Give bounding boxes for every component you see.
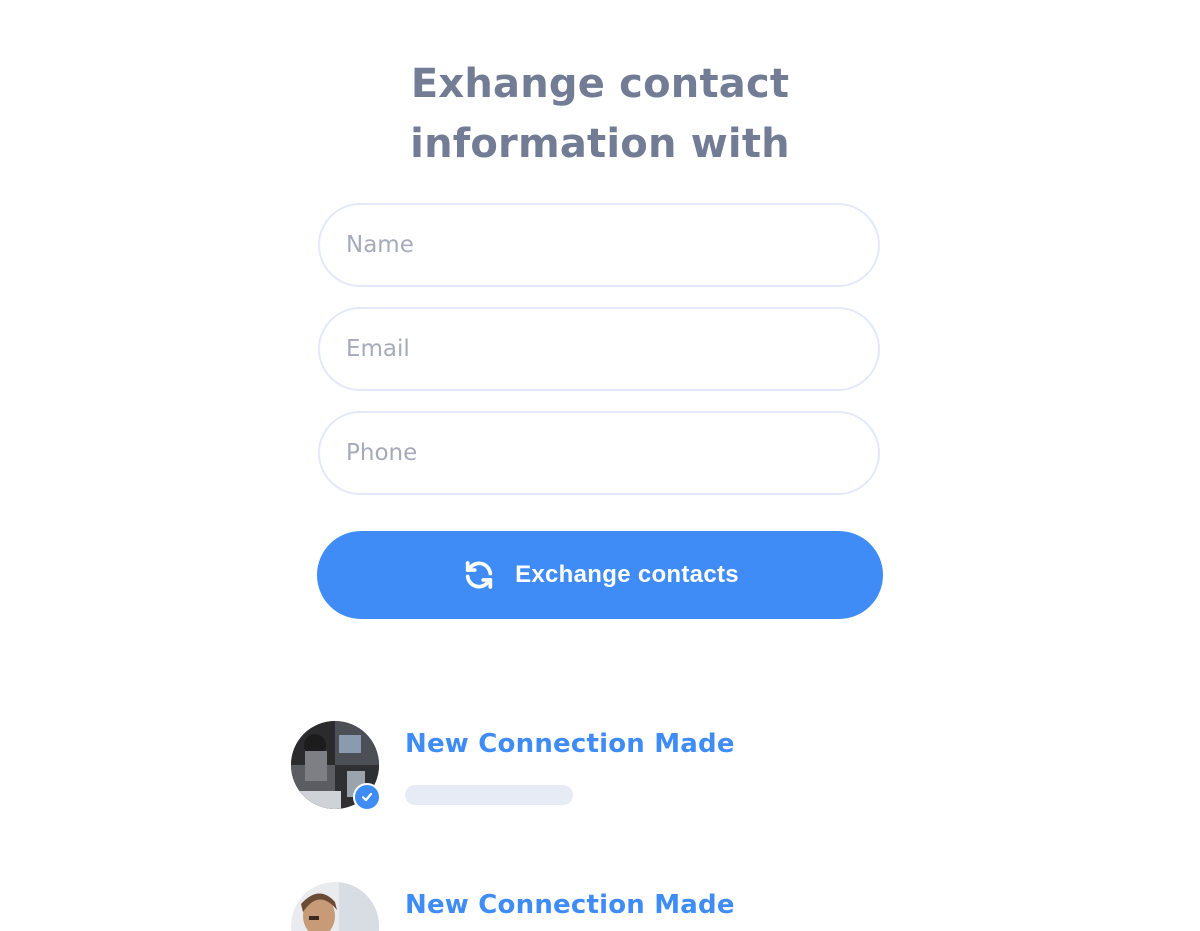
loading-placeholder-bar [405, 785, 573, 805]
exchange-contacts-button[interactable]: Exchange contacts [317, 531, 883, 619]
connection-title: New Connection Made [405, 890, 735, 920]
exchange-contacts-label: Exchange contacts [515, 561, 739, 588]
name-input[interactable] [320, 205, 878, 285]
phone-field[interactable] [318, 411, 880, 495]
connection-item[interactable]: New Connection Made [291, 721, 891, 813]
connection-title: New Connection Made [405, 729, 735, 759]
contact-exchange-page: Exhange contact information with Exchang… [0, 0, 1200, 931]
email-input[interactable] [320, 309, 878, 389]
email-field[interactable] [318, 307, 880, 391]
avatar [291, 882, 379, 931]
phone-input[interactable] [320, 413, 878, 493]
page-title: Exhange contact information with [0, 54, 1200, 174]
name-field[interactable] [318, 203, 880, 287]
refresh-icon [461, 557, 497, 593]
verified-check-icon [353, 783, 381, 811]
connection-item[interactable]: New Connection Made [291, 882, 891, 931]
title-line-2: information with [410, 121, 790, 167]
title-line-1: Exhange contact [410, 61, 790, 107]
